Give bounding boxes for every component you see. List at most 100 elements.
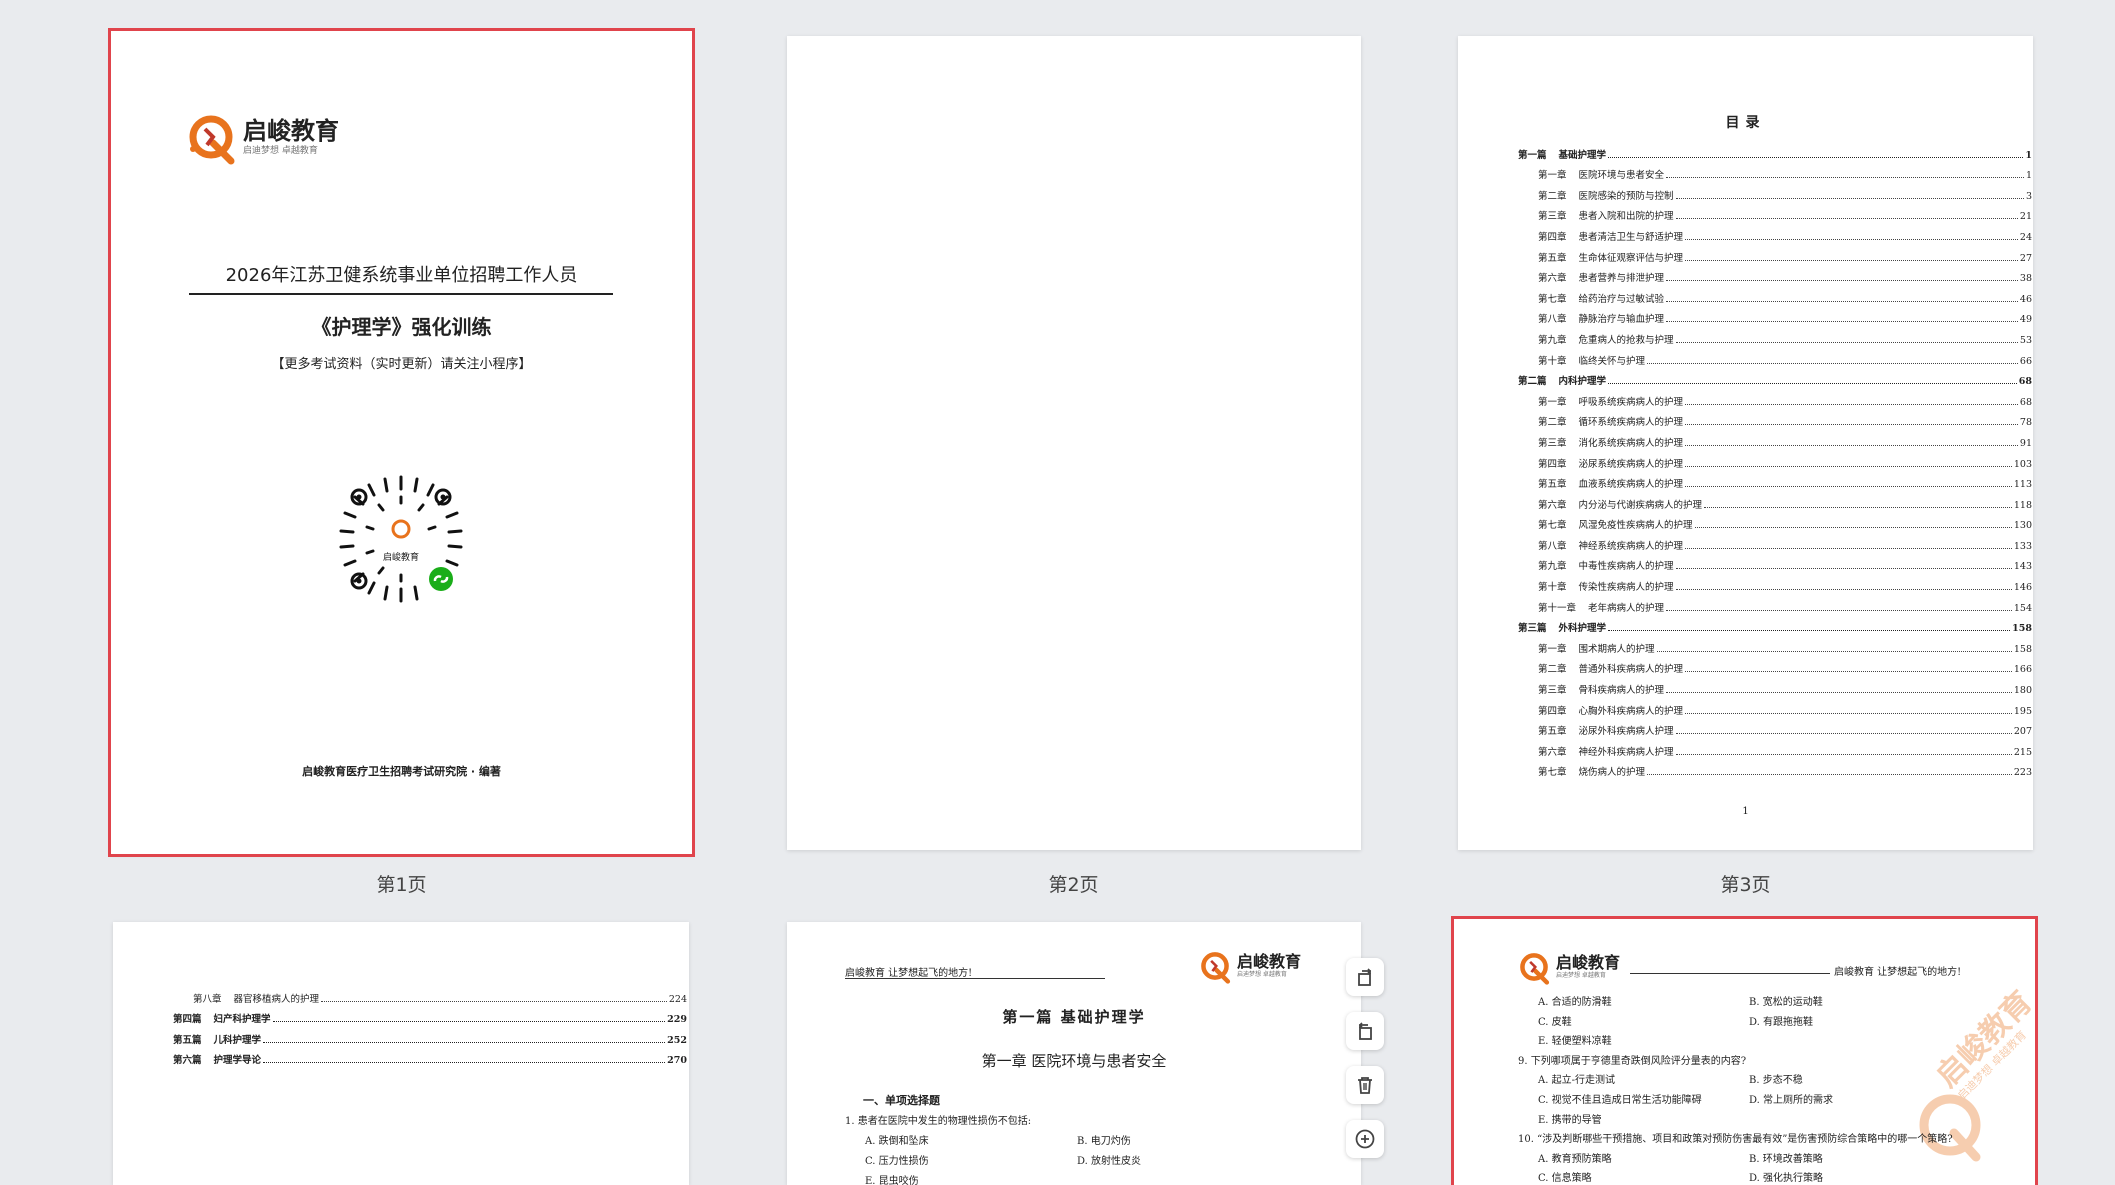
toc-entry: 第二章 循环系统疾病病人的护理 78 <box>1518 408 2032 428</box>
toc-entry-page: 103 <box>2013 458 2032 470</box>
toc-leader <box>1675 753 2012 755</box>
toc-entry: 第四章 心胸外科疾病病人的护理 195 <box>1518 696 2032 717</box>
toc-entry-page: 207 <box>2013 726 2032 738</box>
page-thumbnail-2[interactable] <box>787 36 1361 850</box>
toc-entry: 第一章 围术期病人的护理 158 <box>1518 634 2032 655</box>
option-right: B. 环境改善策略 <box>1749 1153 1823 1165</box>
toc-entry: 第六篇 护理学导论 270 <box>173 1046 687 1067</box>
toc-entry-number: 第一章 <box>1538 396 1567 408</box>
miniprogram-qr-code[interactable] <box>333 471 469 607</box>
toc-entry: 第七章 给药治疗与过敏试验 46 <box>1518 284 2032 305</box>
brand-name: 启峻教育 <box>243 116 339 145</box>
toc-entry-page: 143 <box>2013 561 2032 573</box>
toc-leader <box>272 1021 666 1023</box>
page-thumbnail-1[interactable]: 启峻教育 启迪梦想 卓越教育 2026年江苏卫健系统事业单位招聘工作人员 《护理… <box>108 28 695 857</box>
toc-leader <box>1675 589 2012 591</box>
toc-entry: 第四章 泌尿系统疾病病人的护理 103 <box>1518 449 2032 470</box>
toc-entry-number: 第三章 <box>1538 685 1567 697</box>
part-title: 第一篇 基础护理学 <box>1002 1008 1146 1026</box>
toc-entry-page: 223 <box>2013 767 2032 779</box>
toc-leader <box>1666 692 2012 694</box>
toc-entry-page: 21 <box>2019 211 2032 223</box>
header-rule <box>845 978 1105 979</box>
toc-leader <box>1666 177 2024 179</box>
page-thumbnail-4[interactable]: 第八章 器官移植病人的护理 224 第四篇 妇产科护理学 229 第五篇 儿科护理学 252 第六… <box>113 922 689 1185</box>
toc-entry-title: 血液系统疾病病人的护理 <box>1578 479 1684 491</box>
option-right: D. 常上厕所的需求 <box>1749 1095 1834 1106</box>
toc-entry-number: 第四章 <box>1538 231 1567 243</box>
option-right: B. 步态不稳 <box>1749 1075 1803 1087</box>
toc-entry-number: 第二章 <box>1538 190 1567 202</box>
toc-entry: 第五篇 儿科护理学 252 <box>173 1025 687 1046</box>
toc-entry-number: 第三章 <box>1538 437 1567 449</box>
toc-entry-number: 第六章 <box>1538 273 1567 285</box>
toc-entry-number: 第四章 <box>1538 705 1567 717</box>
rotate-left-button[interactable] <box>1346 958 1384 996</box>
toc-entry-title: 神经系统疾病病人的护理 <box>1578 540 1684 552</box>
toc-entry-page: 1 <box>2025 149 2032 161</box>
toc-leader <box>1647 774 2012 776</box>
toc-entry-title: 烧伤病人的护理 <box>1578 767 1646 779</box>
question-stem: 10. “涉及判断哪些干预措施、项目和政策对预防伤害最有效”是伤害预防综合策略中… <box>1518 1134 1953 1146</box>
toc-leader <box>263 1041 666 1043</box>
toc-entry-page: 27 <box>2019 252 2032 264</box>
rotate-right-button[interactable] <box>1346 1012 1384 1050</box>
toc-entry-number: 第九章 <box>1538 334 1567 346</box>
toc-entry-page: 229 <box>667 1014 687 1026</box>
toc-entry-number: 第七章 <box>1538 767 1567 779</box>
page-thumbnail-6[interactable]: 启峻教育 启迪梦想 卓越教育 启峻教育 让梦想起飞的地方! 启峻教育 启迪梦想 … <box>1451 916 2038 1185</box>
toc-entry-title: 生命体征观察评估与护理 <box>1578 252 1684 264</box>
toc-entry-page: 1 <box>2025 170 2032 182</box>
page-thumbnail-5[interactable]: 启峻教育 让梦想起飞的地方! 启峻教育 启迪梦想 卓越教育 第一篇 基础护理学 … <box>787 922 1361 1185</box>
option-right: B. 宽松的运动鞋 <box>1749 997 1823 1008</box>
option-left: E. 携带的导管 <box>1538 1114 1602 1126</box>
toc-entry: 第二章 医院感染的预防与控制 3 <box>1518 181 2032 202</box>
toc-entry-title: 围术期病人的护理 <box>1578 643 1655 655</box>
toc-entry-number: 第四篇 <box>173 1014 202 1026</box>
page-thumbnail-3[interactable]: 目录 第一篇 基础护理学 1 第一章 医院环境与患者安全 1 第二章 医院感染的预防与控制 3 第… <box>1458 36 2033 850</box>
toc-entry-title: 患者营养与排泄护理 <box>1578 273 1665 285</box>
add-icon <box>1355 1129 1375 1149</box>
toc-entry-title: 泌尿系统疾病病人的护理 <box>1578 458 1684 470</box>
option-left: A. 教育预防策略 <box>1538 1153 1612 1165</box>
toc-entry-number: 第四章 <box>1538 458 1567 470</box>
chapter-title: 第一章 医院环境与患者安全 <box>981 1052 1167 1070</box>
toc-entry-page: 53 <box>2019 334 2032 346</box>
toc-entry-title: 静脉治疗与输血护理 <box>1578 314 1665 326</box>
toc-entry-page: 38 <box>2019 273 2032 285</box>
toc-entry: 第八章 器官移植病人的护理 224 <box>173 984 687 1005</box>
toc-entry-page: 146 <box>2013 582 2032 594</box>
delete-icon <box>1358 1077 1372 1094</box>
toc-entry-title: 基础护理学 <box>1558 149 1607 161</box>
toc-entry: 第五章 泌尿外科疾病病人护理 207 <box>1518 717 2032 738</box>
toc-entry-title: 消化系统疾病病人的护理 <box>1578 437 1684 449</box>
rotate-right-icon <box>1358 1022 1372 1040</box>
watermark-slogan: 启迪梦想 卓越教育 <box>1955 1028 2030 1103</box>
toc-entry-title: 医院环境与患者安全 <box>1578 170 1665 182</box>
toc-leader <box>1608 630 2011 632</box>
toc-entry-page: 224 <box>668 993 687 1005</box>
toc-entry-number: 第五章 <box>1538 252 1567 264</box>
delete-page-button[interactable] <box>1346 1066 1384 1104</box>
toc-entry: 第七章 风湿免疫性疾病病人的护理 130 <box>1518 511 2032 531</box>
toc-entry: 第一章 呼吸系统疾病病人的护理 68 <box>1518 387 2032 408</box>
toc-entry-number: 第九章 <box>1538 561 1567 573</box>
brand-name: 启峻教育 <box>1237 952 1302 971</box>
cover-title-line2: 《护理学》强化训练 <box>311 315 492 339</box>
toc-leader <box>1685 403 2018 405</box>
page-label-1: 第1页 <box>376 874 427 896</box>
toc-entry-title: 儿科护理学 <box>213 1034 262 1046</box>
brand-slogan: 启迪梦想 卓越教育 <box>1556 972 1606 979</box>
option-right: D. 强化执行策略 <box>1749 1173 1824 1185</box>
toc-entry: 第二章 普通外科疾病病人的护理 166 <box>1518 655 2032 675</box>
toc-entry-page: 180 <box>2013 685 2032 697</box>
insert-page-button[interactable] <box>1346 1120 1384 1158</box>
toc-entry-page: 195 <box>2013 705 2032 717</box>
toc-leader <box>1675 568 2012 570</box>
toc-entry-page: 158 <box>2012 623 2032 635</box>
toc-entry-page: 270 <box>667 1055 687 1067</box>
toc-leader <box>1685 444 2018 446</box>
toc-entry-title: 老年病病人的护理 <box>1588 602 1665 614</box>
toc-entry-title: 外科护理学 <box>1558 623 1607 635</box>
logo-icon <box>189 115 235 165</box>
